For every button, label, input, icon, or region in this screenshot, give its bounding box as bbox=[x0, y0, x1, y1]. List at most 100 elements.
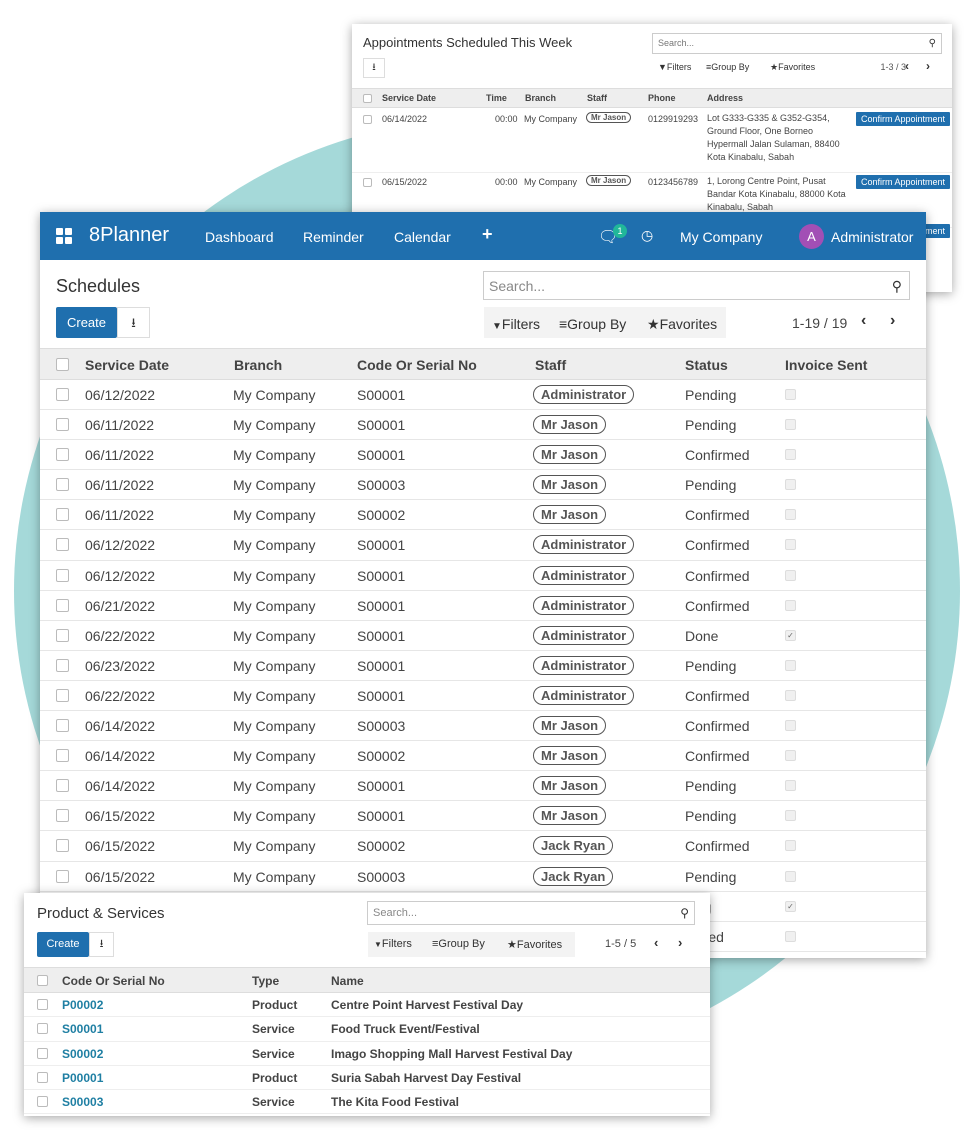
search-icon[interactable]: ⚲ bbox=[929, 38, 936, 49]
plus-icon[interactable]: + bbox=[482, 224, 493, 245]
column-header[interactable]: Code Or Serial No bbox=[62, 974, 165, 988]
table-row[interactable]: S00002 Service Imago Shopping Mall Harvest… bbox=[24, 1042, 710, 1066]
table-row[interactable]: S00003 Service The Kita Food Festival bbox=[24, 1090, 710, 1115]
code-link[interactable]: P00001 bbox=[62, 1071, 103, 1085]
row-checkbox[interactable] bbox=[56, 478, 69, 492]
table-row[interactable]: 06/11/2022 My Company S00003 Mr Jason Pendin… bbox=[40, 470, 926, 501]
create-button[interactable]: Create bbox=[56, 307, 117, 338]
brand-logo[interactable]: 8Planner bbox=[89, 224, 169, 247]
column-header[interactable]: Name bbox=[331, 974, 364, 988]
apps-grid-icon[interactable] bbox=[56, 228, 72, 244]
pager-value[interactable]: 1-19 / 19 bbox=[792, 315, 847, 331]
row-checkbox[interactable] bbox=[363, 178, 372, 187]
column-header[interactable]: Address bbox=[707, 93, 743, 103]
table-row[interactable]: 06/21/2022 My Company S00001 Administrator C… bbox=[40, 591, 926, 621]
download-button[interactable]: ⭳ bbox=[89, 932, 114, 957]
clock-icon[interactable]: ◷ bbox=[641, 227, 653, 244]
table-row[interactable]: P00001 Product Suria Sabah Harvest Day Fes… bbox=[24, 1066, 710, 1091]
favorites-button[interactable]: ★Favorites bbox=[770, 62, 815, 73]
appointments-search-input[interactable]: Search... ⚲ bbox=[652, 33, 942, 54]
download-button[interactable]: ⭳ bbox=[363, 58, 385, 78]
row-checkbox[interactable] bbox=[37, 1023, 48, 1035]
table-row[interactable]: 06/15/2022 My Company S00001 Mr Jason Pendin… bbox=[40, 801, 926, 832]
group-by-button[interactable]: ≡Group By bbox=[706, 62, 749, 72]
select-all-checkbox[interactable] bbox=[363, 94, 372, 103]
row-checkbox[interactable] bbox=[56, 688, 69, 702]
pager-value[interactable]: 1-5 / 5 bbox=[605, 938, 636, 950]
row-checkbox[interactable] bbox=[56, 508, 69, 522]
code-link[interactable]: S00001 bbox=[62, 1022, 103, 1036]
row-checkbox[interactable] bbox=[37, 1071, 48, 1083]
filters-button[interactable]: ▼Filters bbox=[492, 316, 540, 332]
code-link[interactable]: S00003 bbox=[62, 1095, 103, 1109]
column-header[interactable]: Time bbox=[486, 93, 507, 103]
code-link[interactable]: S00002 bbox=[62, 1047, 103, 1061]
column-header[interactable]: Staff bbox=[587, 93, 607, 103]
table-row[interactable]: 06/14/2022 My Company S00001 Mr Jason Pendin… bbox=[40, 771, 926, 802]
chevron-left-icon[interactable]: ‹ bbox=[861, 312, 866, 330]
table-row[interactable]: 06/12/2022 My Company S00001 Administrator C… bbox=[40, 561, 926, 591]
table-row[interactable]: 06/22/2022 My Company S00001 Administrator C… bbox=[40, 681, 926, 712]
confirm-appointment-button[interactable]: Confirm Appointment bbox=[855, 175, 950, 189]
download-button[interactable]: ⭳ bbox=[117, 307, 150, 338]
column-header[interactable]: Service Date bbox=[85, 357, 169, 373]
avatar[interactable]: A bbox=[799, 224, 824, 249]
row-checkbox[interactable] bbox=[56, 719, 69, 733]
table-row[interactable]: 06/23/2022 My Company S00001 Administrator P… bbox=[40, 651, 926, 681]
favorites-button[interactable]: ★Favorites bbox=[647, 316, 717, 333]
table-row[interactable]: 06/15/2022 My Company S00002 Jack Ryan Confi… bbox=[40, 831, 926, 862]
column-header[interactable]: Code Or Serial No bbox=[357, 357, 477, 373]
table-row[interactable]: 06/11/2022 My Company S00002 Mr Jason Confir… bbox=[40, 500, 926, 531]
table-row[interactable]: 06/11/2022 My Company S00001 Mr Jason Pendin… bbox=[40, 410, 926, 441]
row-checkbox[interactable] bbox=[37, 999, 48, 1010]
row-checkbox[interactable] bbox=[56, 779, 69, 793]
menu-reminder[interactable]: Reminder bbox=[303, 229, 364, 245]
menu-calendar[interactable]: Calendar bbox=[394, 229, 451, 245]
row-checkbox[interactable] bbox=[56, 418, 69, 432]
select-all-checkbox[interactable] bbox=[56, 358, 69, 371]
menu-dashboard[interactable]: Dashboard bbox=[205, 229, 274, 245]
column-header[interactable]: Invoice Sent bbox=[785, 357, 867, 373]
company-switcher[interactable]: My Company bbox=[680, 229, 762, 245]
row-checkbox[interactable] bbox=[56, 448, 69, 462]
search-icon[interactable]: ⚲ bbox=[680, 906, 689, 920]
search-icon[interactable]: ⚲ bbox=[892, 278, 902, 295]
chevron-right-icon[interactable]: › bbox=[890, 312, 895, 330]
row-checkbox[interactable] bbox=[56, 869, 69, 883]
chevron-left-icon[interactable]: ‹ bbox=[654, 935, 658, 950]
column-header[interactable]: Service Date bbox=[382, 93, 436, 103]
filters-button[interactable]: ▼Filters bbox=[374, 938, 412, 950]
chevron-right-icon[interactable]: › bbox=[678, 935, 682, 950]
confirm-appointment-button[interactable]: Confirm Appointment bbox=[855, 112, 950, 126]
table-row[interactable]: 06/12/2022 My Company S00001 Administrator P… bbox=[40, 380, 926, 411]
select-all-checkbox[interactable] bbox=[37, 975, 48, 986]
row-checkbox[interactable] bbox=[56, 658, 69, 672]
column-header[interactable]: Type bbox=[252, 974, 279, 988]
user-menu[interactable]: Administrator bbox=[831, 229, 913, 245]
filters-button[interactable]: ▼Filters bbox=[658, 62, 691, 72]
create-button[interactable]: Create bbox=[37, 932, 89, 957]
row-checkbox[interactable] bbox=[56, 749, 69, 763]
table-row[interactable]: 06/15/2022 My Company S00003 Jack Ryan Pendi… bbox=[40, 862, 926, 892]
row-checkbox[interactable] bbox=[56, 809, 69, 823]
schedules-search-input[interactable]: Search... ⚲ bbox=[483, 271, 910, 300]
column-header[interactable]: Staff bbox=[535, 357, 566, 373]
group-by-button[interactable]: ≡Group By bbox=[432, 938, 485, 950]
group-by-button[interactable]: ≡Group By bbox=[559, 316, 626, 332]
row-checkbox[interactable] bbox=[37, 1096, 48, 1108]
table-row[interactable]: 06/14/2022 00:00 My Company Mr Jason 012… bbox=[352, 110, 952, 173]
row-checkbox[interactable] bbox=[56, 388, 69, 401]
code-link[interactable]: P00002 bbox=[62, 998, 103, 1012]
table-row[interactable]: P00002 Product Centre Point Harvest Festiv… bbox=[24, 993, 710, 1018]
column-header[interactable]: Status bbox=[685, 357, 728, 373]
row-checkbox[interactable] bbox=[56, 598, 69, 612]
products-search-input[interactable]: Search... ⚲ bbox=[367, 901, 695, 925]
row-checkbox[interactable] bbox=[56, 839, 69, 853]
table-row[interactable]: 06/22/2022 My Company S00001 Administrator D… bbox=[40, 621, 926, 651]
column-header[interactable]: Phone bbox=[648, 93, 676, 103]
row-checkbox[interactable] bbox=[37, 1047, 48, 1059]
column-header[interactable]: Branch bbox=[234, 357, 282, 373]
row-checkbox[interactable] bbox=[56, 538, 69, 552]
table-row[interactable]: 06/12/2022 My Company S00001 Administrator C… bbox=[40, 530, 926, 561]
chevron-left-icon[interactable]: ‹ bbox=[905, 59, 909, 73]
